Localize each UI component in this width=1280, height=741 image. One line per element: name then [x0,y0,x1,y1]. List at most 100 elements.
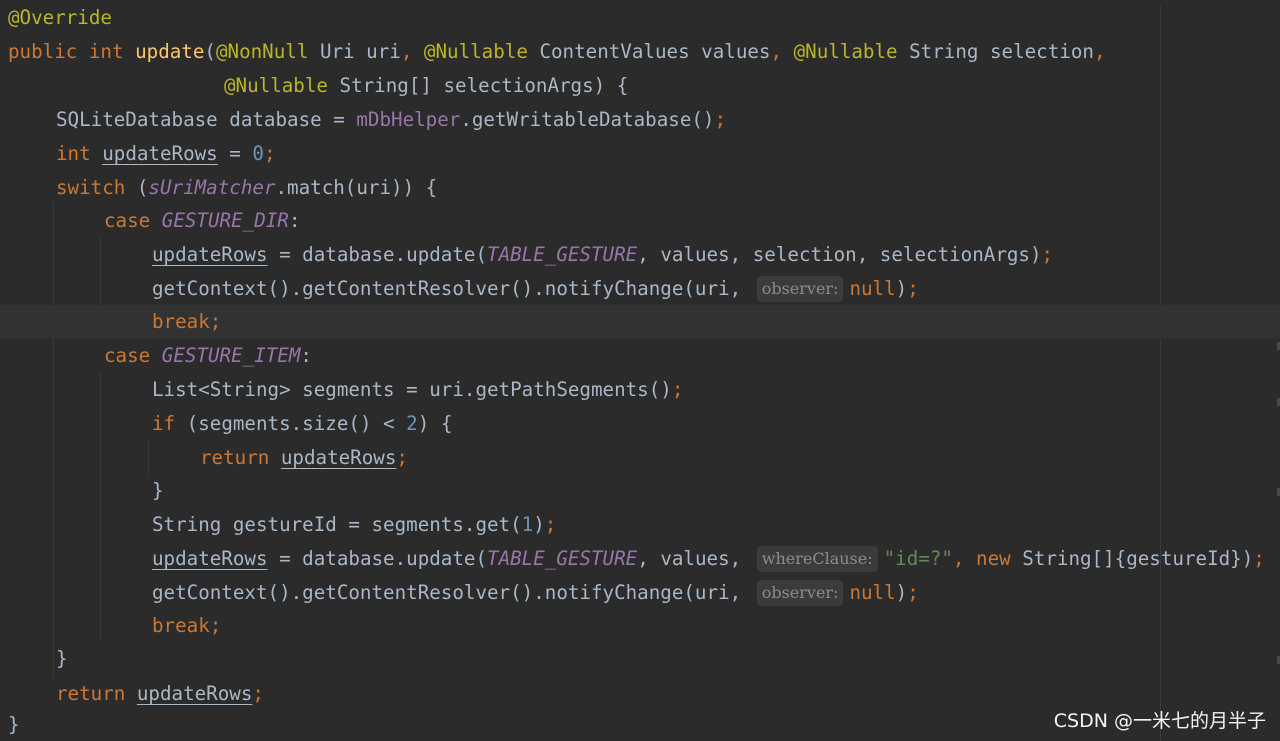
code-line[interactable]: case GESTURE_DIR: [0,204,1280,238]
static-field: GESTURE_ITEM [161,344,301,367]
keyword: case [104,209,151,232]
punctuation: } [152,479,164,502]
method-name: update [135,40,205,63]
punctuation: ( [204,40,216,63]
statement-text: SQLiteDatabase database = [56,108,357,131]
arguments: , values, selection, selectionArgs) [637,243,1042,266]
annotation: @NonNull [215,40,309,63]
code-line[interactable]: case GESTURE_ITEM: [0,339,1280,373]
punctuation: ; [907,277,919,300]
punctuation: ; [907,581,919,604]
operator: = [217,142,253,165]
number-literal: 0 [252,142,264,165]
keyword: public [8,40,78,63]
field-reference: mDbHelper [356,108,461,131]
keyword: return [200,446,270,469]
watermark: CSDN @一米七的月半子 [1053,710,1266,732]
punctuation: ) [895,277,908,300]
punctuation: , [1093,40,1106,63]
punctuation: } [56,647,68,670]
variable: updateRows [102,142,218,165]
code-line[interactable]: SQLiteDatabase database = mDbHelper.getW… [0,103,1280,137]
punctuation: , [770,40,794,63]
code-line-current[interactable]: break; [0,305,1280,339]
punctuation: ; [671,378,684,401]
annotation: @Nullable [793,40,898,63]
punctuation: ; [544,513,557,536]
code-line[interactable]: @Nullable String[] selectionArgs) { [0,69,1280,103]
code-line[interactable]: break; [0,609,1280,643]
method-call: .match(uri)) { [275,176,438,199]
code-line[interactable]: @Override [0,1,1280,35]
code-editor[interactable]: @Override public int update(@NonNull Uri… [0,0,1280,741]
code-line[interactable]: getContext().getContentResolver().notify… [0,272,1280,306]
code-line[interactable]: updateRows = database.update(TABLE_GESTU… [0,542,1280,576]
method-call: .getWritableDatabase() [460,108,715,131]
punctuation: ; [396,446,408,469]
parameter-hint: observer: [756,276,844,302]
variable: updateRows [152,243,268,266]
punctuation: ; [1253,547,1265,570]
parameter: String[] selectionArgs) { [327,74,629,97]
statement-text: List<String> segments = uri.getPathSegme… [152,378,672,401]
code-line[interactable]: } [0,474,1280,508]
method-call: = database.update( [267,547,488,570]
punctuation: ) [533,513,545,536]
punctuation: ) [895,581,908,604]
punctuation: , [400,40,424,63]
annotation: @Nullable [224,74,328,97]
keyword: null [849,581,896,604]
code-line[interactable]: int updateRows = 0; [0,137,1280,171]
method-call: getContext().getContentResolver().notify… [152,277,753,300]
punctuation: ; [209,614,222,637]
keyword: if [152,412,176,435]
variable: updateRows [152,547,268,570]
punctuation: : [288,209,301,232]
method-call: = database.update( [267,243,488,266]
keyword: new [976,547,1011,570]
condition: (segments.size() < [175,412,407,435]
parameter-hint: observer: [756,580,844,606]
code-line[interactable]: getContext().getContentResolver().notify… [0,576,1280,610]
keyword: switch [56,176,126,199]
variable: updateRows [136,682,253,705]
code-line[interactable]: switch (sUriMatcher.match(uri)) { [0,171,1280,205]
keyword: return [56,682,126,705]
parameter: Uri uri [308,40,401,63]
punctuation: ( [125,176,149,199]
static-field: TABLE_GESTURE [487,547,638,570]
code-line[interactable]: public int update(@NonNull Uri uri, @Nul… [0,35,1280,69]
arguments: , values, [637,547,753,570]
code-line[interactable]: if (segments.size() < 2) { [0,407,1280,441]
variable: updateRows [280,446,397,469]
code-line[interactable]: updateRows = database.update(TABLE_GESTU… [0,238,1280,272]
static-field: sUriMatcher [148,176,276,199]
punctuation: , [952,547,977,570]
punctuation: ; [252,682,264,705]
annotation: @Nullable [423,40,528,63]
punctuation: } [8,713,20,736]
code-line[interactable]: } [0,642,1280,676]
arguments: String[]{gestureId}) [1010,547,1254,570]
static-field: TABLE_GESTURE [487,243,638,266]
punctuation: ; [714,108,727,131]
parameter: String selection [897,40,1094,63]
keyword: break [152,614,210,637]
string-literal: "id=?" [883,547,953,570]
code-line[interactable]: String gestureId = segments.get(1); [0,508,1280,542]
keyword: int [88,40,124,63]
code-line[interactable]: return updateRows; [0,441,1280,475]
number-literal: 2 [406,412,418,435]
keyword: break [152,310,210,333]
punctuation: ) { [417,412,453,435]
code-line[interactable]: List<String> segments = uri.getPathSegme… [0,373,1280,407]
statement-text: String gestureId = segments.get( [152,513,522,536]
keyword: case [104,344,151,367]
parameter: ContentValues values [527,40,771,63]
